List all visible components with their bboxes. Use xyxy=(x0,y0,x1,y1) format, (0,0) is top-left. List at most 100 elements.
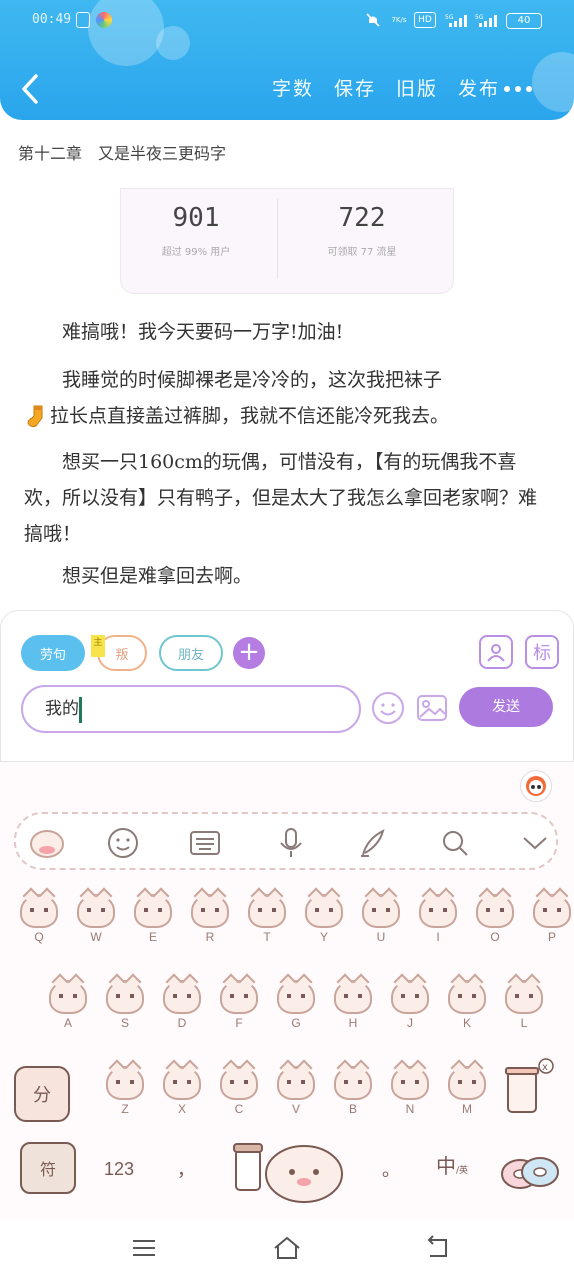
key-i[interactable]: I xyxy=(415,894,461,948)
key-w[interactable]: W xyxy=(73,894,119,948)
key-s[interactable]: S xyxy=(102,980,148,1034)
key-e[interactable]: E xyxy=(130,894,176,948)
number-key[interactable]: 123 xyxy=(94,1152,144,1186)
paragraph[interactable]: 我睡觉的时候脚裸老是冷冷的，这次我把袜子 xyxy=(24,362,552,398)
stat-right-sub: 可领取 77 流星 xyxy=(327,247,397,258)
smiley-icon[interactable] xyxy=(104,824,142,862)
signal-icon: 5G xyxy=(474,12,498,28)
svg-text:5G: 5G xyxy=(445,14,454,21)
handwriting-icon[interactable] xyxy=(354,824,392,862)
menu-icon[interactable] xyxy=(130,1234,158,1262)
status-time: 00:49 xyxy=(32,12,72,27)
text-cursor xyxy=(79,696,82,723)
hd-icon: HD xyxy=(414,12,436,28)
key-g[interactable]: G xyxy=(273,980,319,1034)
old-version-button[interactable]: 旧版 xyxy=(396,74,438,101)
key-j[interactable]: J xyxy=(387,980,433,1034)
key-k[interactable]: K xyxy=(444,980,490,1034)
sock-emoji-icon xyxy=(27,405,43,428)
comment-input[interactable]: 我的 xyxy=(21,685,361,733)
stat-left-value: 901 xyxy=(172,203,220,233)
key-x[interactable]: X xyxy=(159,1066,205,1120)
language-sub: /英 xyxy=(456,1166,469,1176)
comma-key[interactable]: ， xyxy=(168,1152,204,1186)
keyboard-mascot-icon[interactable] xyxy=(520,770,552,802)
header-actions: 字数 保存 旧版 发布 xyxy=(272,74,500,101)
paragraph-text: 拉长点直接盖过裤脚，我就不信还能冷死我去。 xyxy=(50,405,450,427)
send-button[interactable]: 发送 xyxy=(459,687,553,727)
key-q[interactable]: Q xyxy=(16,894,62,948)
space-key[interactable] xyxy=(230,1134,350,1206)
contact-icon[interactable] xyxy=(479,635,513,669)
language-switch-key[interactable]: 中/英 xyxy=(436,1150,476,1190)
app-notification-icon xyxy=(76,12,90,28)
battery-icon: 40 xyxy=(506,13,542,29)
colorful-app-icon xyxy=(96,12,112,28)
tag-button[interactable]: 朋友 xyxy=(159,635,223,671)
key-c[interactable]: C xyxy=(216,1066,262,1120)
key-a[interactable]: A xyxy=(45,980,91,1034)
keyboard-toolbar xyxy=(14,812,558,870)
tag-button[interactable]: 劳句 xyxy=(21,635,85,671)
key-h[interactable]: H xyxy=(330,980,376,1034)
svg-text:x: x xyxy=(542,1062,548,1073)
more-options-icon[interactable] xyxy=(504,86,532,92)
space-cat-icon xyxy=(233,1143,343,1203)
keyboard-icon[interactable] xyxy=(186,824,224,862)
app-header: 00:49 7K/s HD 5G 5G 40 字数 保存 旧版 发布 xyxy=(0,0,574,120)
period-key[interactable]: 。 xyxy=(376,1152,406,1186)
paragraph[interactable]: 拉长点直接盖过裤脚，我就不信还能冷死我去。 xyxy=(24,398,552,434)
stat-right: 722 可领取 77 流星 xyxy=(287,203,437,258)
segment-key[interactable]: 分 xyxy=(14,1066,70,1122)
tag-label-icon[interactable]: 标 xyxy=(525,635,559,669)
key-r[interactable]: R xyxy=(187,894,233,948)
svg-text:5G: 5G xyxy=(475,14,484,21)
back-arrow-icon[interactable] xyxy=(18,72,44,106)
add-tag-button[interactable]: + xyxy=(233,637,265,669)
delete-key-icon[interactable]: x xyxy=(500,1058,560,1122)
key-n[interactable]: N xyxy=(387,1066,433,1120)
emoji-icon[interactable] xyxy=(371,691,405,725)
enter-key-icon[interactable] xyxy=(498,1142,564,1198)
save-button[interactable]: 保存 xyxy=(334,74,376,101)
paragraph[interactable]: 想买一只160cm的玩偶，可惜没有，【有的玩偶我不喜欢，所以没有】只有鸭子，但是… xyxy=(24,444,552,552)
key-l[interactable]: L xyxy=(501,980,547,1034)
stat-divider xyxy=(277,199,278,279)
comment-input-value: 我的 xyxy=(45,699,79,719)
microphone-icon[interactable] xyxy=(272,824,310,862)
header-bubble xyxy=(532,52,574,112)
stat-left-sub: 超过 99% 用户 xyxy=(161,247,231,258)
key-v[interactable]: V xyxy=(273,1066,319,1120)
key-p[interactable]: P xyxy=(529,894,574,948)
publish-button[interactable]: 发布 xyxy=(458,74,500,101)
keyboard: Q W E R T Y U I O P A S D F G H J K L 分 … xyxy=(0,762,574,1220)
stat-right-value: 722 xyxy=(338,203,386,233)
key-z[interactable]: Z xyxy=(102,1066,148,1120)
key-o[interactable]: O xyxy=(472,894,518,948)
status-bar: 00:49 7K/s HD 5G 5G 40 xyxy=(0,0,574,40)
symbol-key[interactable]: 符 xyxy=(20,1142,76,1194)
key-b[interactable]: B xyxy=(330,1066,376,1120)
key-t[interactable]: T xyxy=(244,894,290,948)
search-icon[interactable] xyxy=(436,824,474,862)
back-icon[interactable] xyxy=(424,1234,452,1262)
image-icon[interactable] xyxy=(415,691,449,725)
network-speed: 7K/s xyxy=(391,16,407,24)
comment-panel: 劳句 叛 主 朋友 + 标 我的 发送 xyxy=(0,610,574,762)
chapter-title: 第十二章 又是半夜三更码字 xyxy=(18,144,227,163)
key-m[interactable]: M xyxy=(444,1066,490,1120)
key-y[interactable]: Y xyxy=(301,894,347,948)
home-icon[interactable] xyxy=(272,1234,302,1262)
language-main: 中 xyxy=(436,1154,456,1178)
word-count-button[interactable]: 字数 xyxy=(272,74,314,101)
signal-icon: 5G xyxy=(444,12,468,28)
paragraph[interactable]: 难搞哦！我今天要码一万字!加油! xyxy=(24,314,552,350)
sticky-note: 主 xyxy=(91,635,105,657)
key-f[interactable]: F xyxy=(216,980,262,1034)
navigation-bar xyxy=(0,1220,574,1280)
chevron-down-icon[interactable] xyxy=(516,824,554,862)
paragraph[interactable]: 想买但是难拿回去啊。 xyxy=(24,558,552,594)
key-d[interactable]: D xyxy=(159,980,205,1034)
cat-sticker-icon[interactable] xyxy=(24,824,70,862)
key-u[interactable]: U xyxy=(358,894,404,948)
